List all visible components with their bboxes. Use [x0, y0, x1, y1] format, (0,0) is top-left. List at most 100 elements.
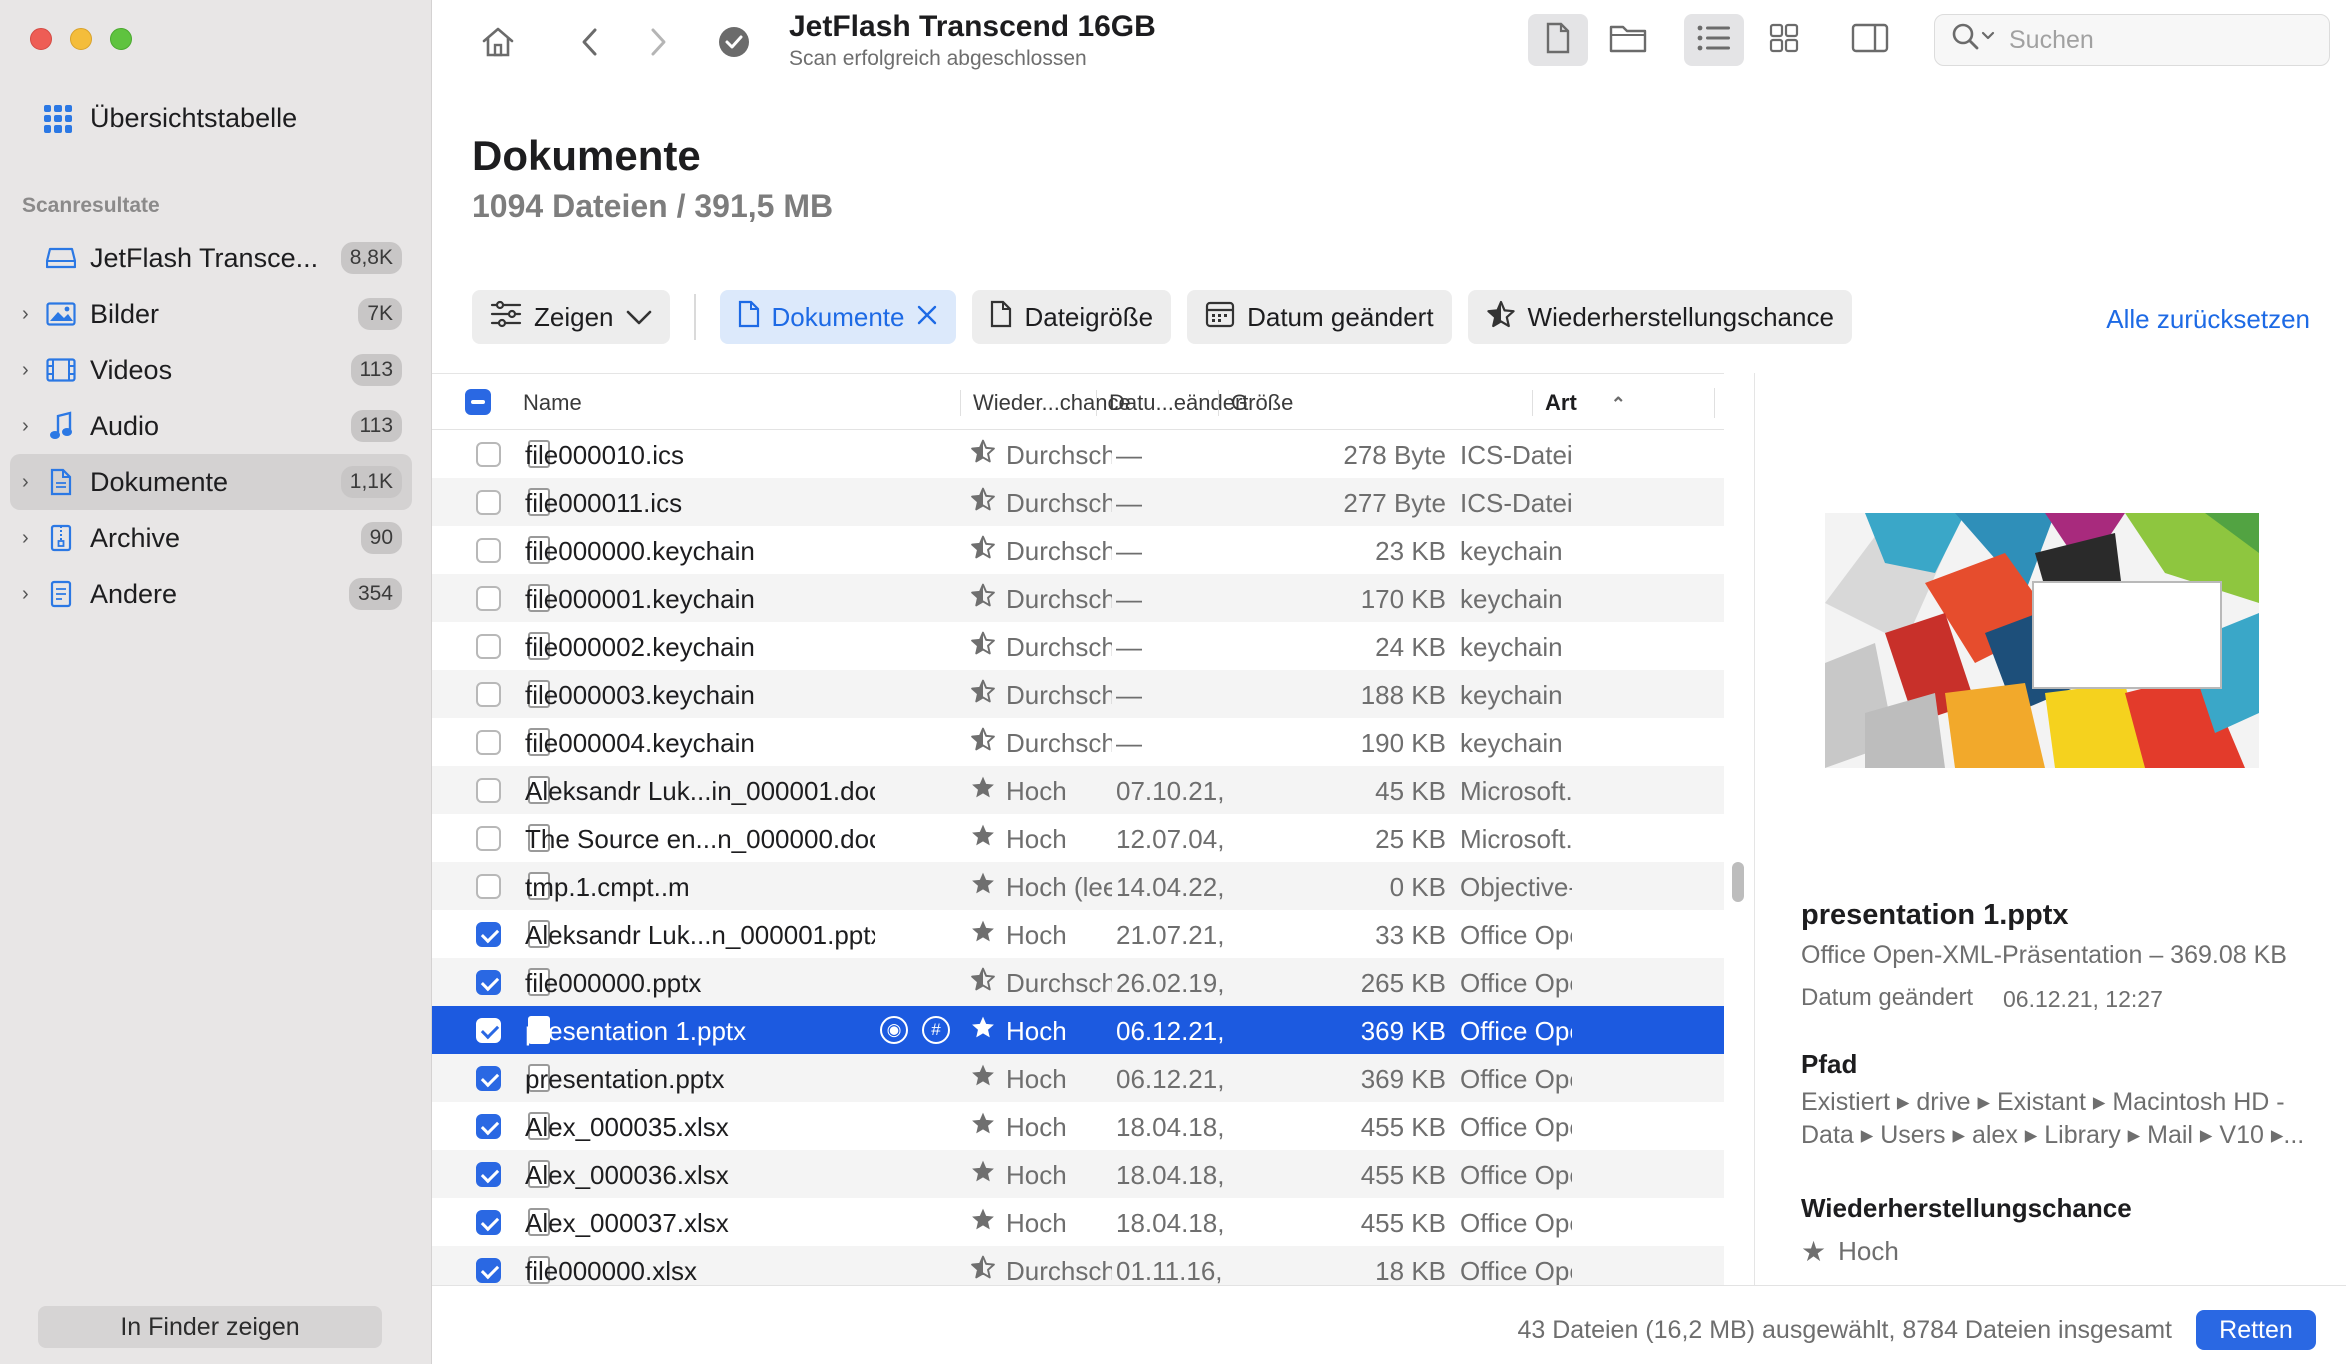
table-row[interactable]: file000010.ics Durchsch...— 278 Byte ICS-Da… — [432, 430, 1724, 478]
table-row[interactable]: file000000.xlsx Durchsch...01.11.16, 07..… — [432, 1246, 1724, 1285]
row-checkbox[interactable] — [476, 922, 501, 947]
table-row[interactable]: presentation 1.pptx◉#Hoch06.12.21, 1...3… — [432, 1006, 1724, 1054]
table-row[interactable]: presentation.pptx Hoch 06.12.21, 1... 369 K… — [432, 1054, 1724, 1102]
column-divider — [1714, 388, 1715, 418]
hash-icon[interactable]: # — [922, 1016, 950, 1044]
table-row[interactable]: Aleksandr Luk...in_000001.doc Hoch 07.10.2… — [432, 766, 1724, 814]
eye-icon[interactable]: ◉ — [880, 1016, 908, 1044]
table-row[interactable]: file000000.pptx Durchsch...26.02.19, 2...… — [432, 958, 1724, 1006]
grid-view-button[interactable] — [1754, 14, 1814, 66]
row-checkbox[interactable] — [476, 586, 501, 611]
forward-icon[interactable] — [638, 18, 678, 66]
show-in-finder-button[interactable]: In Finder zeigen — [38, 1306, 382, 1348]
star-half-icon — [970, 630, 996, 663]
chevron-right-icon[interactable]: › — [22, 303, 36, 326]
chevron-right-icon[interactable]: › — [22, 471, 36, 494]
home-icon[interactable] — [472, 18, 524, 66]
show-filter-button[interactable]: Zeigen — [472, 290, 670, 344]
table-row[interactable]: Alex_000037.xlsx Hoch 18.04.18, 0... 455 KB… — [432, 1198, 1724, 1246]
table-row[interactable]: file000001.keychain Durchsch...— 170 KB key… — [432, 574, 1724, 622]
file-name: presentation 1.pptx — [525, 1016, 747, 1046]
file-kind: Office Ope... — [1460, 920, 1572, 950]
sidebar-item-3[interactable]: › Audio 113 — [10, 398, 412, 454]
zoom-window-button[interactable] — [110, 28, 132, 50]
chevron-right-icon[interactable]: › — [22, 415, 36, 438]
sidebar-item-2[interactable]: › Videos 113 — [10, 342, 412, 398]
file-view-button[interactable] — [1528, 14, 1588, 66]
reset-all-link[interactable]: Alle zurücksetzen — [2106, 304, 2310, 335]
row-checkbox[interactable] — [476, 1018, 501, 1043]
window-controls — [30, 28, 132, 50]
row-checkbox[interactable] — [476, 1162, 501, 1187]
row-checkbox[interactable] — [476, 874, 501, 899]
column-size[interactable]: Größe — [1218, 390, 1293, 416]
row-checkbox[interactable] — [476, 442, 501, 467]
date-modified: 26.02.19, 2... — [1116, 968, 1230, 998]
archive-icon — [46, 523, 76, 553]
sidebar-item-4[interactable]: › Dokumente 1,1K — [10, 454, 412, 510]
sidebar-item-overview[interactable]: Übersichtstabelle — [44, 103, 297, 134]
table-row[interactable]: tmp.1.cmpt..m Hoch (leer...14.04.22, 1...… — [432, 862, 1724, 910]
date-modified-filter-button[interactable]: Datum geändert — [1187, 290, 1452, 344]
sidebar-item-6[interactable]: › Andere 354 — [10, 566, 412, 622]
close-window-button[interactable] — [30, 28, 52, 50]
table-row[interactable]: Aleksandr Luk...n_000001.pptx Hoch 21.07.2… — [432, 910, 1724, 958]
row-checkbox[interactable] — [476, 826, 501, 851]
date-modified: — — [1116, 488, 1142, 518]
table-row[interactable]: Alex_000035.xlsx Hoch 18.04.18, 0... 455 KB… — [432, 1102, 1724, 1150]
file-size-filter-button[interactable]: Dateigröße — [972, 290, 1172, 344]
table-header: Name Wieder...chance Datu...eändert Größ… — [432, 374, 1724, 430]
star-filled-icon — [970, 1206, 996, 1239]
table-row[interactable]: file000003.keychain Durchsch...— 188 KB key… — [432, 670, 1724, 718]
table-row[interactable]: file000004.keychain Durchsch...— 190 KB key… — [432, 718, 1724, 766]
column-name[interactable]: Name — [523, 390, 582, 416]
row-checkbox[interactable] — [476, 634, 501, 659]
rescue-button[interactable]: Retten — [2196, 1310, 2316, 1350]
main-area: JetFlash Transcend 16GB Scan erfolgreich… — [432, 0, 2346, 1364]
recovery-chance-filter-button[interactable]: Wiederherstellungschance — [1467, 290, 1852, 344]
count-badge: 8,8K — [340, 242, 402, 274]
table-row[interactable]: file000002.keychain Durchsch...— 24 KB keyc… — [432, 622, 1724, 670]
row-checkbox[interactable] — [476, 1066, 501, 1091]
sidebar-item-0[interactable]: JetFlash Transce... 8,8K — [10, 230, 412, 286]
window-title: JetFlash Transcend 16GB — [789, 10, 1156, 43]
select-all-checkbox[interactable] — [465, 389, 491, 415]
date-modified: — — [1116, 680, 1142, 710]
row-checkbox[interactable] — [476, 778, 501, 803]
documents-filter-chip[interactable]: Dokumente — [719, 290, 957, 344]
chevron-right-icon[interactable]: › — [22, 527, 36, 550]
row-checkbox[interactable] — [476, 682, 501, 707]
row-checkbox[interactable] — [476, 730, 501, 755]
search-field[interactable]: Suchen — [1934, 14, 2330, 66]
list-view-button[interactable] — [1684, 14, 1744, 66]
remove-filter-icon[interactable] — [916, 302, 938, 333]
star-icon: ★ — [1801, 1236, 1827, 1267]
file-size: 45 KB — [1375, 776, 1446, 806]
table-scrollbar[interactable] — [1732, 862, 1744, 902]
table-row[interactable]: file000000.keychain Durchsch...— 23 KB keyc… — [432, 526, 1724, 574]
column-kind[interactable]: Art ⌃ — [1532, 390, 1626, 416]
chevron-right-icon[interactable]: › — [22, 583, 36, 606]
row-checkbox[interactable] — [476, 538, 501, 563]
recovery-chance: Durchsch... — [1006, 728, 1112, 758]
row-checkbox[interactable] — [476, 1114, 501, 1139]
chevron-right-icon[interactable]: › — [22, 359, 36, 382]
file-name: file000000.keychain — [525, 536, 755, 566]
table-row[interactable]: file000011.ics Durchsch...— 277 Byte ICS-Da… — [432, 478, 1724, 526]
minimize-window-button[interactable] — [70, 28, 92, 50]
row-checkbox[interactable] — [476, 1210, 501, 1235]
sidebar-item-5[interactable]: › Archive 90 — [10, 510, 412, 566]
table-row[interactable]: Alex_000036.xlsx Hoch 18.04.18, 0... 455 KB… — [432, 1150, 1724, 1198]
back-icon[interactable] — [570, 18, 610, 66]
table-row[interactable]: The Source en...n_000000.doc Hoch 12.07.04… — [432, 814, 1724, 862]
folder-view-button[interactable] — [1598, 14, 1658, 66]
toggle-preview-button[interactable] — [1840, 14, 1900, 66]
file-name: file000010.ics — [525, 440, 684, 470]
row-checkbox[interactable] — [476, 970, 501, 995]
row-checkbox[interactable] — [476, 1258, 501, 1283]
row-checkbox[interactable] — [476, 490, 501, 515]
document-icon — [46, 467, 76, 497]
sidebar-item-1[interactable]: › Bilder 7K — [10, 286, 412, 342]
date-modified: 12.07.04, 2... — [1116, 824, 1230, 854]
row-tools: ◉ # — [880, 1016, 950, 1044]
